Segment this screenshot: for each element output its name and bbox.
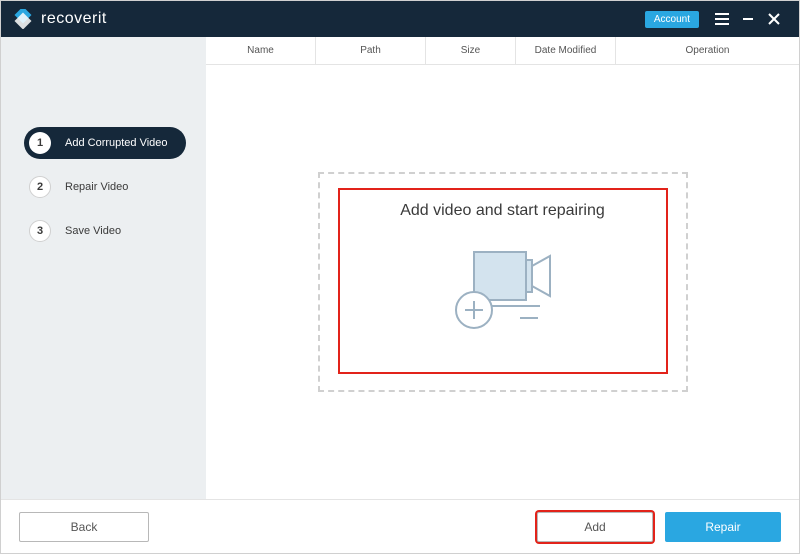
step-label: Save Video	[65, 225, 121, 237]
close-icon[interactable]	[761, 1, 787, 37]
step-number: 1	[29, 132, 51, 154]
menu-icon[interactable]	[709, 1, 735, 37]
sidebar-step-add-video[interactable]: 1 Add Corrupted Video	[24, 127, 186, 159]
add-button[interactable]: Add	[537, 512, 653, 542]
sidebar-step-repair-video[interactable]: 2 Repair Video	[29, 171, 186, 203]
column-size[interactable]: Size	[426, 37, 516, 64]
column-operation[interactable]: Operation	[616, 37, 799, 64]
sidebar: 1 Add Corrupted Video 2 Repair Video 3 S…	[1, 37, 206, 499]
step-label: Repair Video	[65, 181, 128, 193]
minimize-icon[interactable]	[735, 1, 761, 37]
brand-text: recoverit	[41, 10, 107, 28]
table-header: Name Path Size Date Modified Operation	[206, 37, 799, 65]
repair-button[interactable]: Repair	[665, 512, 781, 542]
content-area: Name Path Size Date Modified Operation A…	[206, 37, 799, 499]
step-label: Add Corrupted Video	[65, 137, 168, 149]
column-path[interactable]: Path	[316, 37, 426, 64]
step-number: 2	[29, 176, 51, 198]
drop-area: Add video and start repairing	[206, 65, 799, 499]
sidebar-step-save-video[interactable]: 3 Save Video	[29, 215, 186, 247]
drop-title: Add video and start repairing	[400, 202, 605, 220]
account-button[interactable]: Account	[645, 11, 699, 28]
add-video-illustration-icon	[438, 238, 568, 338]
titlebar: recoverit Account	[1, 1, 799, 37]
column-name[interactable]: Name	[206, 37, 316, 64]
step-number: 3	[29, 220, 51, 242]
recoverit-logo-icon	[13, 9, 33, 29]
drop-zone[interactable]: Add video and start repairing	[318, 172, 688, 392]
back-button[interactable]: Back	[19, 512, 149, 542]
column-date-modified[interactable]: Date Modified	[516, 37, 616, 64]
brand-logo: recoverit	[13, 9, 107, 29]
footer: Back Add Repair	[1, 499, 799, 553]
main-area: 1 Add Corrupted Video 2 Repair Video 3 S…	[1, 37, 799, 499]
app-window: recoverit Account 1 Add Corrupted Video …	[0, 0, 800, 554]
